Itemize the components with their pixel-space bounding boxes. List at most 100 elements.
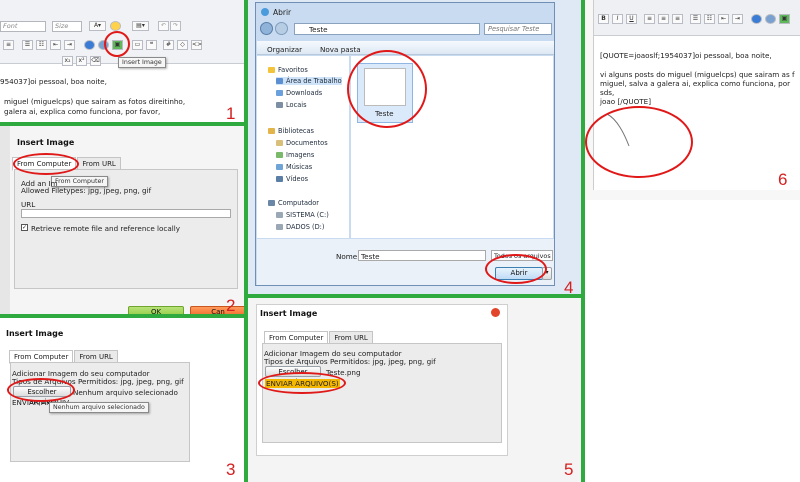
search-box[interactable]: Pesquisar Teste: [484, 23, 552, 35]
superscript-icon[interactable]: x²: [76, 56, 87, 66]
subscript-icon[interactable]: x₂: [62, 56, 73, 66]
align-right-icon[interactable]: ≡: [672, 14, 683, 24]
quote-icon[interactable]: ❝: [146, 40, 157, 50]
html-code-icon[interactable]: ◇: [177, 40, 188, 50]
indent-icon[interactable]: ⇥: [64, 40, 75, 50]
code-hash-icon[interactable]: #: [163, 40, 174, 50]
divider-h-left-2: [0, 314, 244, 318]
nav-documents[interactable]: Documentos: [276, 139, 328, 147]
path-text: Teste: [309, 25, 328, 34]
divider-vertical-left: [244, 0, 248, 482]
remove-format-icon[interactable]: ⌫: [90, 56, 101, 66]
images-icon: [276, 152, 283, 158]
size-select[interactable]: Size: [52, 21, 82, 32]
retrieve-label: Retrieve remote file and reference local…: [31, 224, 181, 233]
cancel-button[interactable]: Can: [190, 306, 244, 314]
annotation-circle-2: [13, 153, 79, 175]
nav-places[interactable]: Locais: [276, 101, 307, 109]
smilies-icon[interactable]: [110, 21, 121, 31]
retrieve-checkbox[interactable]: ✓: [21, 224, 28, 231]
nav-drive-c[interactable]: SISTEMA (C:): [276, 211, 329, 219]
link-icon[interactable]: [751, 14, 762, 24]
ok-button[interactable]: OK: [128, 306, 184, 314]
nav-music[interactable]: Músicas: [276, 163, 312, 171]
editor-text-line-2: miguel (miguelcps) que sairam as fotos d…: [4, 97, 186, 106]
url-input[interactable]: [21, 209, 231, 218]
nav-images[interactable]: Imagens: [276, 151, 314, 159]
nav-desktop[interactable]: Área de Trabalho: [276, 77, 342, 85]
search-placeholder: Pesquisar Teste: [488, 25, 540, 33]
nav-places-label: Locais: [286, 101, 307, 109]
php-code-icon[interactable]: <>: [191, 40, 202, 50]
filename-label: Nome:: [336, 252, 360, 261]
link-icon[interactable]: [84, 40, 95, 50]
nav-computer[interactable]: Computador: [268, 199, 319, 207]
font-color-button[interactable]: A▾: [89, 21, 106, 31]
nav-favorites[interactable]: Favoritos: [268, 66, 308, 74]
unordered-list-icon[interactable]: ☷: [704, 14, 715, 24]
divider-h-middle: [248, 294, 581, 298]
dialog-title: Insert Image: [260, 309, 318, 318]
divider-h-left-1: [0, 122, 244, 126]
close-icon[interactable]: [491, 308, 500, 317]
insert-image-icon[interactable]: ▣: [779, 14, 790, 24]
video-icon[interactable]: ▭: [132, 40, 143, 50]
quote-text-line-3: miguel, salva a galera ai, explica como …: [600, 79, 791, 88]
quote-text-line-4: sds,: [600, 88, 615, 97]
no-file-tooltip: Nenhum arquivo selecionado: [49, 402, 149, 413]
unlink-icon[interactable]: [765, 14, 776, 24]
ordered-list-icon[interactable]: ☰: [22, 40, 33, 50]
annotation-circle-1: [104, 31, 130, 57]
places-icon: [276, 102, 283, 108]
outdent-icon[interactable]: ⇤: [50, 40, 61, 50]
nav-drive-d[interactable]: DADOS (D:): [276, 223, 324, 231]
documents-icon: [276, 140, 283, 146]
undo-icon[interactable]: ↶: [158, 21, 169, 31]
panel-3: Insert Image From Computer From URL Adic…: [0, 318, 244, 482]
italic-icon[interactable]: I: [612, 14, 623, 24]
dialog-title: Insert Image: [6, 329, 64, 338]
align-center-icon[interactable]: ≡: [658, 14, 669, 24]
align-left-icon[interactable]: ≡: [644, 14, 655, 24]
paste-icon[interactable]: ▤▾: [132, 21, 149, 31]
nav-libraries[interactable]: Bibliotecas: [268, 127, 314, 135]
address-bar[interactable]: Teste: [294, 23, 480, 35]
step-number-1: 1: [226, 104, 236, 123]
bold-icon[interactable]: B: [598, 14, 609, 24]
indent-icon[interactable]: ⇥: [732, 14, 743, 24]
drive-icon: [276, 224, 283, 230]
allowed-filetypes: Tipos de Arquivos Permitidos: jpg, jpeg,…: [264, 357, 436, 366]
window-title: Abrir: [273, 8, 292, 17]
open-file-dialog: Abrir Teste Pesquisar Teste Organizar No…: [255, 2, 555, 286]
forward-button[interactable]: [275, 22, 288, 35]
no-file-label: Nenhum arquivo selecionado: [73, 388, 178, 397]
redo-icon[interactable]: ↷: [170, 21, 181, 31]
insert-image-tooltip: Insert Image: [118, 57, 166, 68]
organize-button[interactable]: Organizar: [267, 45, 302, 54]
nav-videos[interactable]: Vídeos: [276, 175, 308, 183]
step-number-6: 6: [778, 170, 788, 189]
annotation-circle-5: [258, 372, 346, 394]
annotation-circle-4a: [347, 50, 427, 128]
panel-6: B I U ≡ ≡ ≡ ☰ ☷ ⇤ ⇥ ▣ [QUOTE=joaoslf;195…: [585, 0, 800, 200]
unordered-list-icon[interactable]: ☷: [36, 40, 47, 50]
back-button[interactable]: [260, 22, 273, 35]
annotation-circle-4b: [485, 254, 547, 284]
outdent-icon[interactable]: ⇤: [718, 14, 729, 24]
allowed-filetypes: Allowed Filetypes: jpg, jpeg, png, gif: [21, 186, 152, 195]
computer-icon: [268, 200, 275, 206]
new-folder-button[interactable]: Nova pasta: [320, 45, 361, 54]
ordered-list-icon[interactable]: ☰: [690, 14, 701, 24]
nav-drive-d-label: DADOS (D:): [286, 223, 325, 231]
drive-icon: [276, 212, 283, 218]
font-select[interactable]: Font: [0, 21, 46, 32]
step-number-3: 3: [226, 460, 236, 479]
underline-icon[interactable]: U: [626, 14, 637, 24]
step-number-5: 5: [564, 460, 574, 479]
align-right-icon[interactable]: ≡: [3, 40, 14, 50]
filename-input[interactable]: Teste: [358, 250, 486, 261]
nav-downloads[interactable]: Downloads: [276, 89, 322, 97]
divider-vertical-right: [581, 0, 585, 482]
downloads-icon: [276, 90, 283, 96]
nav-favorites-label: Favoritos: [278, 66, 308, 74]
